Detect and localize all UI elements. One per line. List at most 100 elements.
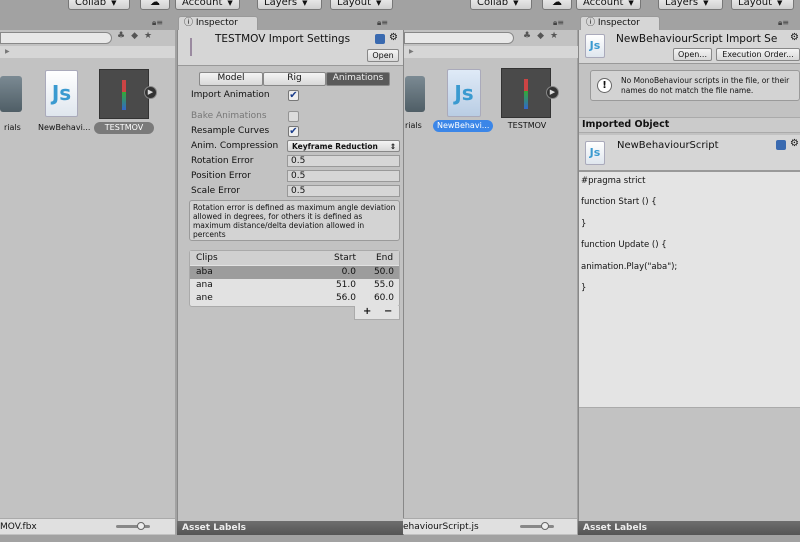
col-start: Start — [334, 253, 356, 263]
model-thumbnail[interactable] — [99, 69, 149, 119]
asset-name[interactable]: NewBehavi... — [34, 122, 94, 134]
resample-curves-checkbox[interactable]: ✔ — [288, 126, 299, 137]
col-clips: Clips — [196, 253, 218, 263]
cloud-button[interactable]: ☁ — [140, 0, 170, 10]
remove-clip-button[interactable]: − — [384, 306, 392, 317]
code-line: #pragma strict — [581, 176, 646, 186]
lock-icon[interactable]: 🔒︎≡ — [152, 18, 163, 28]
asset-labels-bar[interactable]: Asset Labels — [177, 521, 403, 535]
position-error-field[interactable]: 0.5 — [287, 170, 400, 182]
code-line: } — [581, 219, 587, 229]
account-label: Account — [182, 0, 223, 8]
play-icon[interactable]: ▶ — [144, 86, 157, 99]
project-panel: ♣◆★ ▶ Js ▶ rials NewBehavi... TESTMOV — [401, 30, 578, 535]
asset-name[interactable]: TESTMOV — [498, 120, 556, 132]
folder-icon[interactable] — [0, 76, 22, 112]
search-input[interactable] — [404, 32, 514, 44]
bake-animations-label: Bake Animations — [191, 111, 267, 121]
search-input[interactable] — [0, 32, 112, 44]
cloud-button[interactable]: ☁ — [542, 0, 572, 10]
asset-name-selected[interactable]: NewBehavi... — [433, 120, 493, 132]
bake-animations-checkbox[interactable] — [288, 111, 299, 122]
clip-end: 50.0 — [373, 267, 394, 277]
gear-icon[interactable]: ⚙ — [389, 32, 398, 43]
asset-name-selected[interactable]: TESTMOV — [94, 122, 154, 134]
layers-button[interactable]: Layers ▼ — [257, 0, 322, 10]
layers-label: Layers — [264, 0, 298, 8]
tab-animations[interactable]: Animations — [326, 72, 390, 86]
project-panel: ♣◆★ ▶ Js ▶ rials NewBehavi... TESTMOV — [0, 30, 175, 535]
layers-button[interactable]: Layers ▼ — [658, 0, 723, 10]
clip-name: ana — [196, 280, 213, 290]
import-animation-label: Import Animation — [191, 90, 270, 100]
clips-table: Clips Start End aba 0.0 50.0 ana 51.0 55… — [189, 250, 400, 307]
rotation-error-field[interactable]: 0.5 — [287, 155, 400, 167]
tab-model[interactable]: Model — [199, 72, 263, 86]
zoom-slider[interactable] — [520, 522, 554, 530]
gear-icon[interactable]: ⚙ — [790, 32, 799, 43]
anim-compression-dropdown[interactable]: Keyframe Reduction ⇕ — [287, 140, 400, 152]
filter-icons[interactable]: ♣◆★ — [523, 31, 564, 41]
js-file-icon[interactable]: Js — [447, 69, 481, 117]
clip-start: 0.0 — [341, 267, 356, 277]
tab-inspector[interactable]: ⓘ Inspector — [580, 16, 660, 30]
script-preview: #pragma strict function Start () { } fun… — [579, 172, 800, 408]
collab-button[interactable]: Collab ▼ — [470, 0, 532, 10]
open-button[interactable]: Open — [367, 49, 399, 62]
add-clip-button[interactable]: + — [363, 306, 371, 317]
model-thumbnail[interactable] — [501, 68, 551, 118]
clip-end: 55.0 — [373, 280, 394, 290]
table-row[interactable]: ane 56.0 60.0 — [190, 292, 399, 305]
tab-label: Inspector — [195, 18, 238, 28]
inspector-header: Js NewBehaviourScript Import Se ⚙ Open..… — [579, 30, 800, 64]
tab-rig[interactable]: Rig — [263, 72, 326, 86]
anim-compression-value: Keyframe Reduction — [292, 142, 378, 151]
layout-label: Layout — [738, 0, 772, 8]
layout-label: Layout — [337, 0, 371, 8]
asset-name[interactable]: rials — [401, 120, 426, 132]
folder-icon[interactable] — [405, 76, 425, 112]
help-book-icon[interactable] — [776, 140, 786, 150]
asset-name[interactable]: rials — [0, 122, 25, 134]
table-row[interactable]: aba 0.0 50.0 — [190, 266, 399, 279]
gear-icon[interactable]: ⚙ — [790, 138, 799, 149]
warning-text: No MonoBehaviour scripts in the file, or… — [621, 76, 790, 95]
breadcrumb: ▶ — [404, 46, 578, 58]
lock-icon[interactable]: 🔒︎≡ — [553, 18, 564, 28]
object-name: NewBehaviourScript — [617, 140, 719, 151]
anim-compression-label: Anim. Compression — [191, 141, 279, 151]
account-button[interactable]: Account ▼ — [175, 0, 240, 10]
account-button[interactable]: Account ▼ — [576, 0, 641, 10]
filter-icons[interactable]: ♣◆★ — [117, 31, 158, 41]
asset-labels-bar[interactable]: Asset Labels — [578, 521, 800, 535]
execution-order-button[interactable]: Execution Order... — [716, 48, 800, 61]
collab-button[interactable]: Collab ▼ — [68, 0, 130, 10]
account-label: Account — [583, 0, 624, 8]
lock-icon[interactable]: 🔒︎≡ — [377, 18, 388, 28]
position-error-label: Position Error — [191, 171, 251, 181]
import-animation-checkbox[interactable]: ✔ — [288, 90, 299, 101]
resample-curves-label: Resample Curves — [191, 126, 270, 136]
lock-icon[interactable]: 🔒︎≡ — [778, 18, 789, 28]
imported-object-row: Js NewBehaviourScript ⚙ — [579, 135, 800, 172]
help-book-icon[interactable] — [375, 34, 385, 44]
clip-start: 56.0 — [335, 293, 356, 303]
table-row[interactable]: ana 51.0 55.0 — [190, 279, 399, 292]
model-preview-icon — [190, 38, 192, 56]
code-line: animation.Play("aba"); — [581, 262, 678, 272]
js-file-icon[interactable]: Js — [45, 70, 78, 117]
scale-error-field[interactable]: 0.5 — [287, 185, 400, 197]
open-button[interactable]: Open... — [673, 48, 712, 61]
layout-button[interactable]: Layout ▼ — [330, 0, 393, 10]
tab-inspector[interactable]: ⓘ Inspector — [178, 16, 258, 30]
layers-label: Layers — [665, 0, 699, 8]
zoom-slider[interactable] — [116, 522, 150, 530]
help-box: Rotation error is defined as maximum ang… — [189, 200, 400, 241]
selected-file-path: MOV.fbx — [0, 522, 37, 532]
code-line: function Start () { — [581, 197, 657, 207]
layout-button[interactable]: Layout ▼ — [731, 0, 794, 10]
clip-controls: + − — [354, 306, 400, 320]
scale-error-label: Scale Error — [191, 186, 241, 196]
inspector-header: TESTMOV Import Settings ⚙ Open — [178, 30, 403, 66]
play-icon[interactable]: ▶ — [546, 86, 559, 99]
